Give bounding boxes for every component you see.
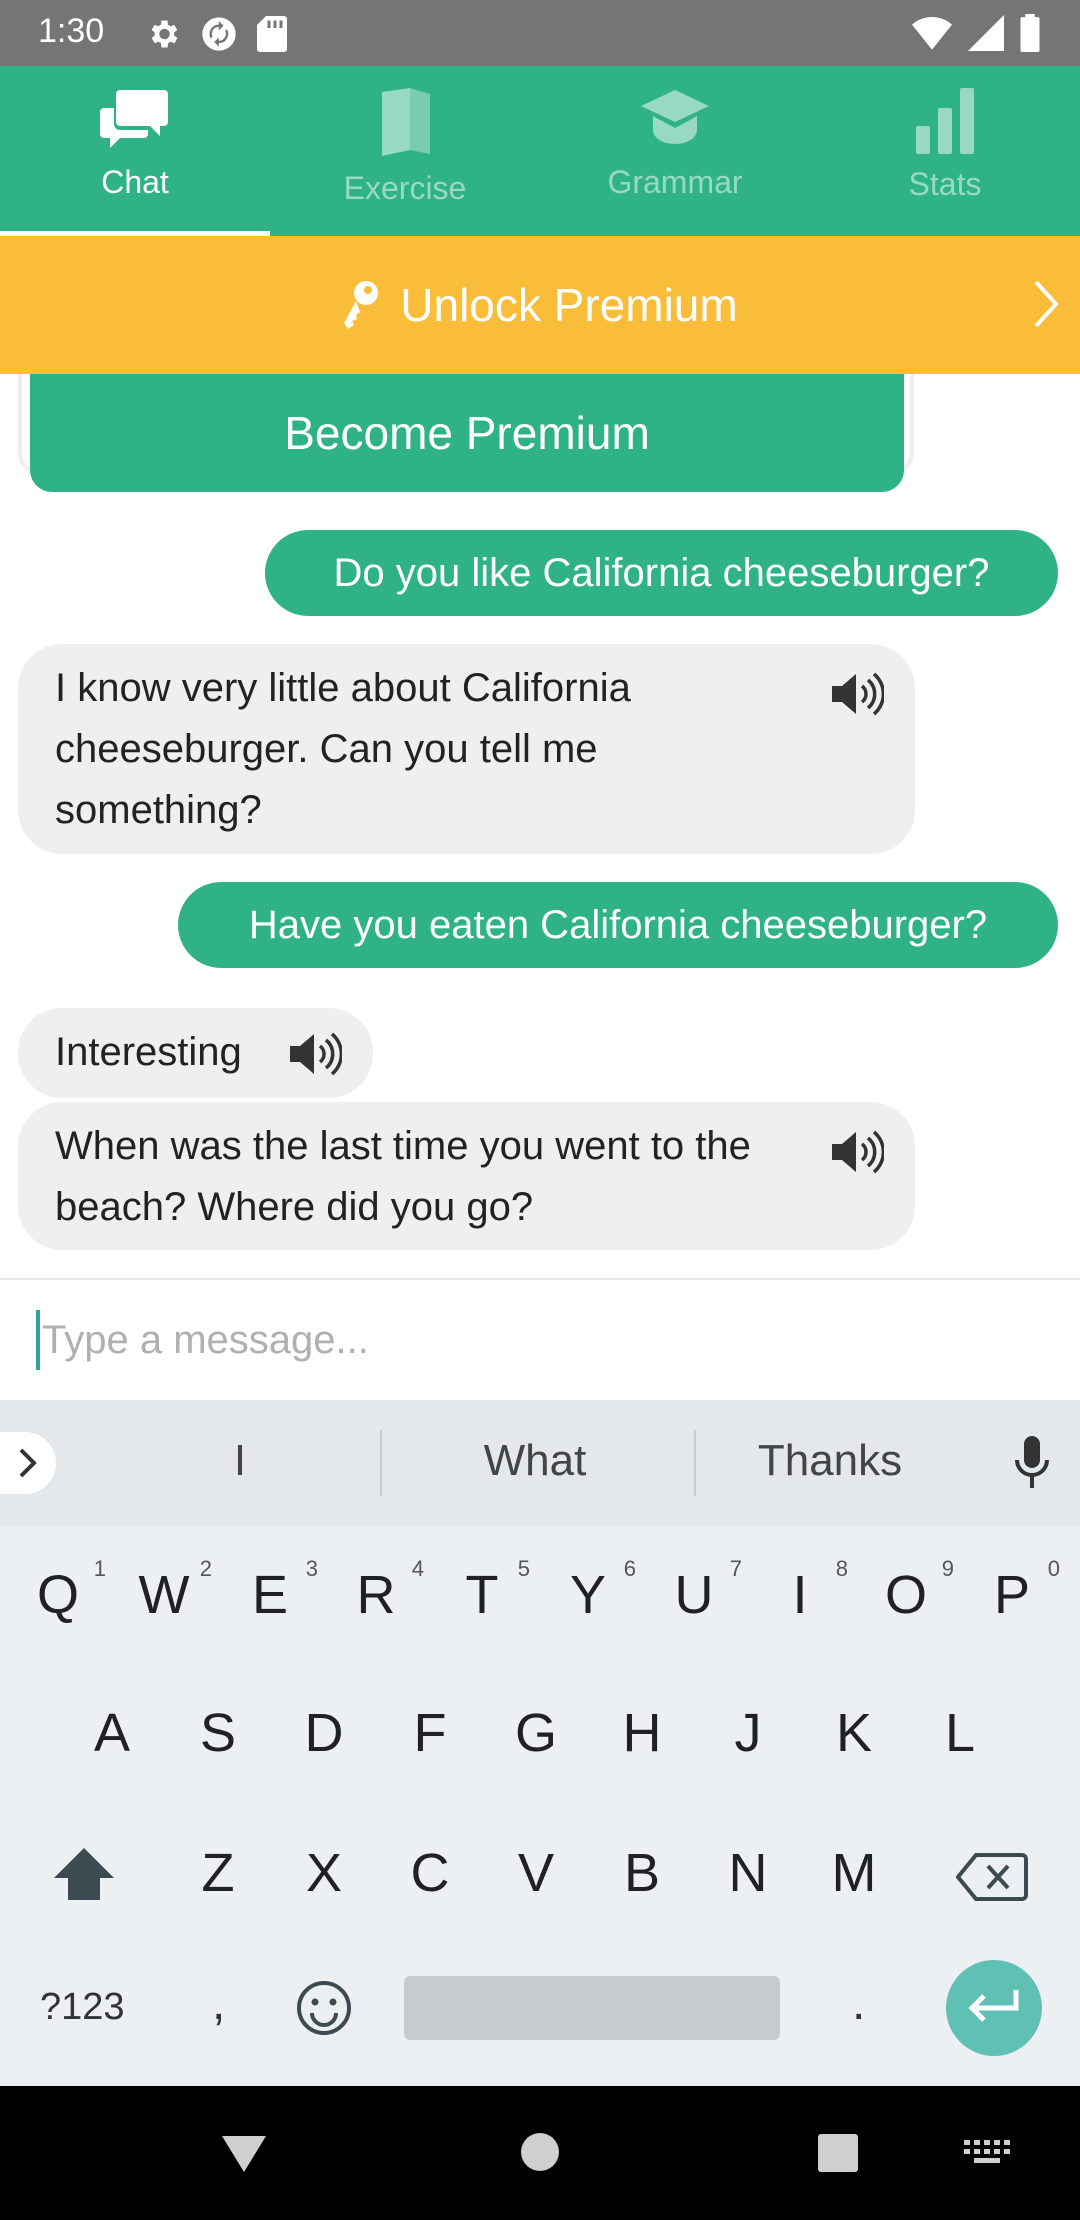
suggestion[interactable]: Thanks	[720, 1436, 940, 1486]
suggestion[interactable]: What	[430, 1436, 640, 1486]
key-v[interactable]: V	[496, 1842, 576, 1904]
key-l[interactable]: L	[920, 1702, 1000, 1764]
speaker-icon[interactable]	[288, 1032, 342, 1076]
soft-keyboard: I What Thanks Q1 W2 E3 R4 T5 Y6 U7 I8 O9…	[0, 1400, 1080, 2086]
key-m[interactable]: M	[814, 1842, 894, 1904]
navigation-bar	[0, 2086, 1080, 2220]
divider	[694, 1430, 696, 1496]
key-h[interactable]: H	[602, 1702, 682, 1764]
recents-nav-icon[interactable]	[818, 2134, 858, 2172]
user-message: Do you like California cheeseburger?	[265, 530, 1058, 616]
key-j[interactable]: J	[708, 1702, 788, 1764]
become-premium-button[interactable]: Become Premium	[30, 374, 904, 492]
key-e[interactable]: E3	[230, 1556, 318, 1626]
message-line: something?	[55, 788, 262, 832]
suggestion-strip: I What Thanks	[0, 1400, 1080, 1526]
key-f[interactable]: F	[390, 1702, 470, 1764]
key-g[interactable]: G	[496, 1702, 576, 1764]
tab-label: Chat	[101, 164, 169, 200]
key-a[interactable]: A	[72, 1702, 152, 1764]
tab-label: Exercise	[343, 170, 467, 206]
tab-exercise[interactable]: Exercise	[270, 66, 540, 236]
symbols-key[interactable]: ?123	[40, 1986, 125, 2029]
tab-bar: Chat Exercise Grammar Stats	[0, 66, 1080, 236]
wifi-icon	[912, 17, 952, 50]
keyboard-switch-icon[interactable]	[964, 2140, 1010, 2170]
home-nav-icon[interactable]	[520, 2132, 560, 2172]
user-message: Have you eaten California cheeseburger?	[178, 882, 1058, 968]
key-n[interactable]: N	[708, 1842, 788, 1904]
banner-text: Unlock Premium	[400, 279, 738, 331]
tab-label: Stats	[908, 166, 982, 202]
key-x[interactable]: X	[284, 1842, 364, 1904]
tab-chat[interactable]: Chat	[0, 66, 270, 236]
tab-grammar[interactable]: Grammar	[540, 66, 810, 236]
key-s[interactable]: S	[178, 1702, 258, 1764]
message-line: Interesting	[55, 1030, 242, 1074]
key-z[interactable]: Z	[178, 1842, 258, 1904]
sd-card-icon	[257, 16, 287, 52]
key-r[interactable]: R4	[336, 1556, 425, 1626]
key-b[interactable]: B	[602, 1842, 682, 1904]
space-bar[interactable]	[404, 1976, 780, 2040]
message-line: I know very little about California	[55, 666, 631, 710]
status-bar: 1:30	[0, 0, 1080, 66]
chevron-right-icon	[1034, 280, 1059, 328]
message-line: beach? Where did you go?	[55, 1185, 534, 1229]
back-nav-icon[interactable]	[220, 2134, 268, 2174]
key-c[interactable]: C	[390, 1842, 470, 1904]
period-key[interactable]: .	[852, 1976, 865, 2031]
comma-key[interactable]: ,	[212, 1976, 225, 2031]
expand-toolbar-button[interactable]	[0, 1432, 56, 1494]
key-d[interactable]: D	[284, 1702, 364, 1764]
message-text: Have you eaten California cheeseburger?	[248, 902, 988, 947]
message-text: Do you like California cheeseburger?	[333, 550, 990, 595]
emoji-icon[interactable]	[296, 1980, 352, 2036]
key-k[interactable]: K	[814, 1702, 894, 1764]
chat-icon	[100, 90, 168, 148]
speaker-icon[interactable]	[830, 1130, 884, 1174]
sync-icon	[202, 17, 236, 51]
divider	[380, 1430, 382, 1496]
backspace-key[interactable]	[956, 1852, 1028, 1902]
status-time: 1:30	[38, 12, 105, 50]
message-input[interactable]	[36, 1310, 1036, 1370]
book-icon	[382, 88, 430, 156]
message-input-bar	[0, 1278, 1080, 1400]
chevron-right-icon	[19, 1448, 37, 1478]
microphone-icon[interactable]	[1014, 1436, 1050, 1492]
tab-label: Grammar	[607, 164, 743, 200]
key-q[interactable]: Q1	[18, 1556, 106, 1626]
suggestion[interactable]: I	[200, 1436, 280, 1486]
key-t[interactable]: T5	[442, 1556, 531, 1626]
graduation-cap-icon	[641, 90, 709, 144]
key-o[interactable]: O9	[866, 1556, 954, 1626]
signal-icon	[968, 15, 1004, 51]
key-u[interactable]: U7	[654, 1556, 743, 1626]
unlock-premium-banner[interactable]: Unlock Premium	[0, 236, 1080, 374]
bot-message: Interesting	[18, 1008, 373, 1098]
enter-key[interactable]	[946, 1960, 1042, 2056]
key-w[interactable]: W2	[124, 1556, 212, 1626]
key-icon	[344, 281, 379, 329]
bar-chart-icon	[916, 88, 974, 154]
tab-stats[interactable]: Stats	[810, 66, 1080, 236]
battery-icon	[1020, 14, 1040, 52]
bot-message: When was the last time you went to the b…	[18, 1102, 915, 1250]
key-y[interactable]: Y6	[548, 1556, 636, 1626]
key-p[interactable]: P0	[972, 1556, 1060, 1626]
gear-icon	[151, 20, 178, 48]
message-line: When was the last time you went to the	[55, 1124, 751, 1168]
chat-area[interactable]: Become Premium Do you like California ch…	[0, 374, 1080, 1278]
enter-icon	[968, 1990, 1019, 2022]
key-i[interactable]: I8	[760, 1556, 848, 1626]
message-line: cheeseburger. Can you tell me	[55, 727, 598, 771]
shift-key[interactable]	[52, 1846, 116, 1902]
speaker-icon[interactable]	[830, 672, 884, 716]
bot-message: I know very little about California chee…	[18, 644, 915, 854]
